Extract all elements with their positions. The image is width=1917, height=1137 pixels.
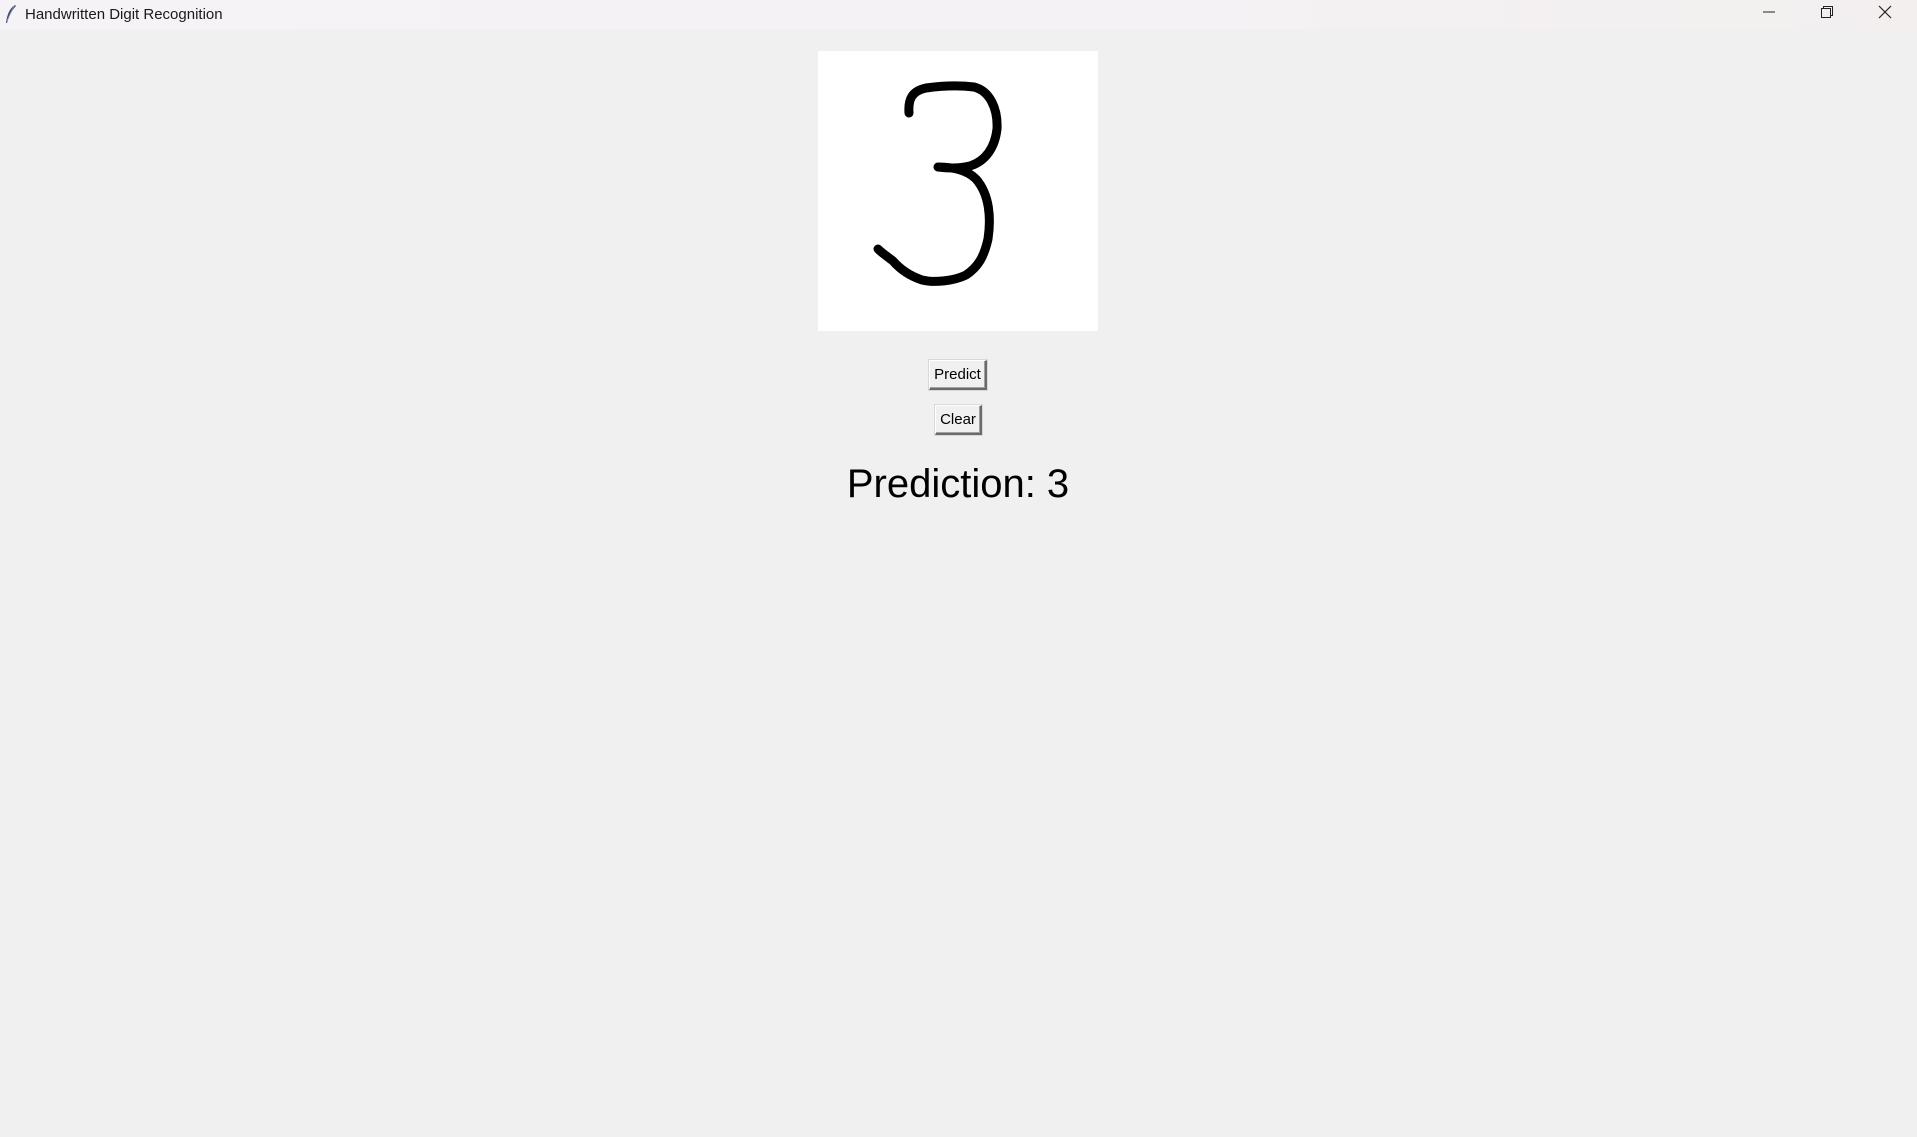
prediction-label: Prediction: 3 <box>846 462 1070 506</box>
drawing-canvas[interactable] <box>818 51 1098 331</box>
close-icon <box>1878 5 1892 24</box>
window-title: Handwritten Digit Recognition <box>25 6 223 23</box>
minimize-icon <box>1762 5 1776 24</box>
app-window: Handwritten Digit Recognition Predict Cl… <box>0 0 1917 1137</box>
title-bar[interactable]: Handwritten Digit Recognition <box>0 0 1917 29</box>
feather-icon <box>4 4 18 24</box>
restore-button[interactable] <box>1798 0 1856 29</box>
predict-button[interactable]: Predict <box>929 360 987 390</box>
handwritten-digit-stroke <box>873 81 1002 286</box>
clear-button[interactable]: Clear <box>935 405 982 435</box>
restore-icon <box>1820 5 1834 24</box>
minimize-button[interactable] <box>1740 0 1798 29</box>
close-button[interactable] <box>1856 0 1914 29</box>
